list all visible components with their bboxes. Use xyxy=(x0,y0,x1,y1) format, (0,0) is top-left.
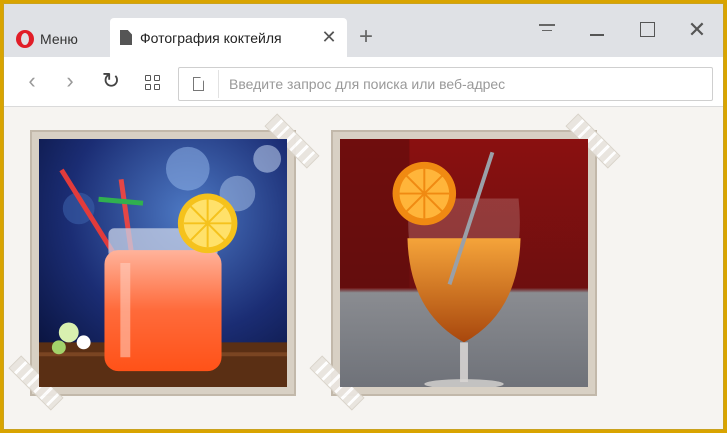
document-icon xyxy=(120,30,132,45)
page-icon xyxy=(193,77,204,91)
tab-active[interactable]: Фотография коктейля ✕ xyxy=(110,18,347,57)
address-toolbar: ‹ › ↻ xyxy=(4,57,723,107)
close-window-button[interactable]: ✕ xyxy=(682,18,712,42)
opera-logo-icon xyxy=(16,30,34,48)
speed-dial-button[interactable] xyxy=(140,69,164,95)
tab-strip: Меню Фотография коктейля ✕ + ✕ xyxy=(4,4,723,57)
reload-button[interactable]: ↻ xyxy=(99,69,123,95)
opera-menu-button[interactable]: Меню xyxy=(10,21,102,57)
tabs-menu-icon xyxy=(539,24,555,32)
cocktail-photo-glass xyxy=(309,113,621,411)
cocktail-jar-image xyxy=(39,139,287,387)
browser-window: Меню Фотография коктейля ✕ + ✕ ‹ › ↻ xyxy=(3,3,724,430)
minimize-button[interactable] xyxy=(582,18,612,42)
tab-close-icon[interactable]: ✕ xyxy=(319,27,339,47)
maximize-icon xyxy=(639,22,655,37)
new-tab-button[interactable]: + xyxy=(354,25,378,50)
tab-title: Фотография коктейля xyxy=(140,29,282,46)
maximize-button[interactable] xyxy=(632,18,662,42)
back-button[interactable]: ‹ xyxy=(20,69,44,95)
address-bar[interactable] xyxy=(178,67,713,101)
forward-button[interactable]: › xyxy=(58,69,82,95)
tabs-menu-button[interactable] xyxy=(532,18,562,42)
minimize-icon xyxy=(590,34,604,36)
cocktail-photo-jar xyxy=(8,113,320,411)
cocktail-glass-image xyxy=(340,139,588,389)
grid-icon xyxy=(144,75,160,90)
page-content xyxy=(4,108,723,429)
address-input[interactable] xyxy=(218,70,712,98)
menu-label: Меню xyxy=(40,31,78,47)
